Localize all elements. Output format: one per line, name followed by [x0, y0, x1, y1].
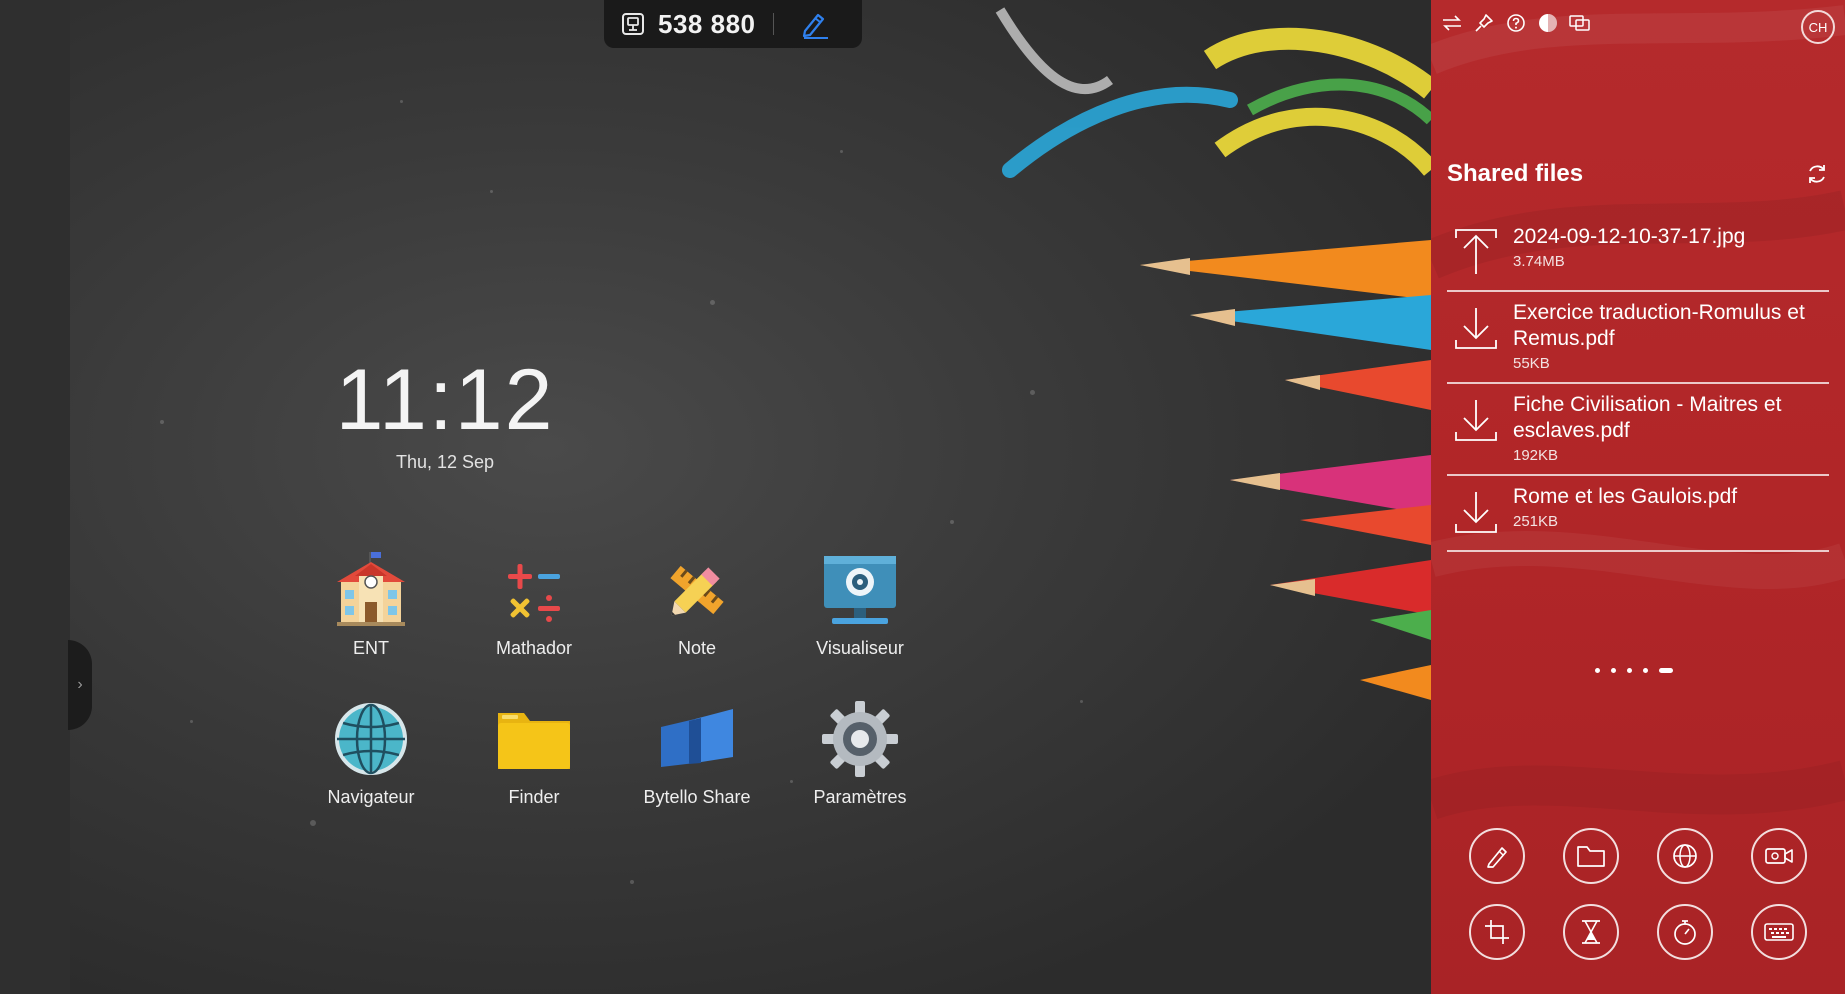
left-screen-edge	[0, 0, 70, 994]
folder-tool-icon[interactable]	[1563, 828, 1619, 884]
meeting-code-bar[interactable]: 538 880	[604, 0, 862, 48]
panel-toolbar	[1441, 12, 1591, 34]
help-icon[interactable]	[1505, 12, 1527, 34]
upload-icon	[1447, 224, 1505, 280]
math-symbols-icon	[492, 548, 576, 632]
panel-title: Shared files	[1447, 160, 1584, 187]
hourglass-tool-icon[interactable]	[1563, 904, 1619, 960]
theme-toggle-icon[interactable]	[1537, 12, 1559, 34]
stopwatch-tool-icon[interactable]	[1657, 904, 1713, 960]
chevron-right-icon: ›	[77, 676, 83, 693]
app-parametres[interactable]: Paramètres	[790, 697, 930, 808]
desktop-background	[70, 0, 1431, 994]
app-label: Navigateur	[327, 787, 415, 807]
file-size: 55KB	[1513, 355, 1550, 372]
pencils-decoration	[995, 7, 1431, 700]
download-icon	[1447, 300, 1505, 356]
page-dot[interactable]	[1611, 668, 1616, 673]
crop-tool-icon[interactable]	[1469, 904, 1525, 960]
file-item[interactable]: Exercice traduction-Romulus et Remus.pdf…	[1447, 292, 1829, 384]
document-camera-icon	[818, 548, 902, 632]
file-name: 2024-09-12-10-37-17.jpg	[1513, 225, 1746, 248]
pin-icon[interactable]	[1473, 12, 1495, 34]
refresh-icon[interactable]	[1805, 162, 1829, 186]
app-note[interactable]: Note	[627, 548, 767, 659]
app-mathador[interactable]: Mathador	[464, 548, 604, 659]
shared-files-panel: CH Shared files 2024-09-12-10-37-17.jpg …	[1431, 0, 1845, 994]
app-label: Finder	[508, 787, 560, 807]
page-dot[interactable]	[1643, 668, 1648, 673]
app-bytello-share[interactable]: Bytello Share	[627, 697, 767, 808]
page-indicator[interactable]	[1595, 668, 1673, 673]
app-label: Bytello Share	[643, 787, 751, 807]
meeting-code: 538 880	[658, 8, 756, 39]
app-ent[interactable]: ENT	[301, 548, 441, 659]
shared-files-list: 2024-09-12-10-37-17.jpg 3.74MB Exercice …	[1447, 216, 1829, 552]
user-avatar[interactable]: CH	[1801, 10, 1835, 44]
clock-time: 11:12	[335, 352, 555, 448]
file-name: Exercice traduction-Romulus et Remus.pdf	[1513, 301, 1805, 350]
app-label: Mathador	[495, 638, 573, 658]
app-label: Note	[677, 638, 717, 658]
file-size: 192KB	[1513, 447, 1559, 464]
page-dot[interactable]	[1595, 668, 1600, 673]
swap-icon[interactable]	[1441, 12, 1463, 34]
page-dot-active[interactable]	[1659, 668, 1673, 673]
clock-widget: 11:12 Thu, 12 Sep	[330, 352, 560, 473]
file-size: 3.74MB	[1513, 253, 1565, 270]
app-label: Visualiseur	[816, 638, 904, 658]
camera-tool-icon[interactable]	[1751, 828, 1807, 884]
edit-pencil-icon[interactable]	[798, 9, 830, 39]
app-label: ENT	[353, 638, 389, 658]
side-drawer-handle[interactable]: ›	[68, 640, 92, 730]
clock-date: Thu, 12 Sep	[395, 452, 495, 472]
keyboard-tool-icon[interactable]	[1751, 904, 1807, 960]
gear-icon	[818, 697, 902, 781]
school-building-icon	[329, 548, 413, 632]
app-label: Paramètres	[813, 787, 907, 807]
cast-device-icon	[620, 11, 646, 37]
screen-share-icon[interactable]	[1569, 12, 1591, 34]
file-item[interactable]: 2024-09-12-10-37-17.jpg 3.74MB	[1447, 216, 1829, 292]
file-size: 251KB	[1513, 513, 1559, 530]
app-finder[interactable]: Finder	[464, 697, 604, 808]
pen-tool-icon[interactable]	[1469, 828, 1525, 884]
folder-icon	[492, 697, 576, 781]
divider	[773, 13, 775, 35]
app-navigateur[interactable]: Navigateur	[301, 697, 441, 808]
download-icon	[1447, 484, 1505, 540]
file-name: Fiche Civilisation - Maitres et esclaves…	[1513, 393, 1782, 442]
browser-tool-icon[interactable]	[1657, 828, 1713, 884]
page-dot[interactable]	[1627, 668, 1632, 673]
file-name: Rome et les Gaulois.pdf	[1513, 485, 1738, 508]
file-item[interactable]: Rome et les Gaulois.pdf 251KB	[1447, 476, 1829, 552]
file-item[interactable]: Fiche Civilisation - Maitres et esclaves…	[1447, 384, 1829, 476]
pencil-ruler-icon	[655, 548, 739, 632]
app-visualiseur[interactable]: Visualiseur	[790, 548, 930, 659]
share-book-icon	[655, 697, 739, 781]
globe-icon	[329, 697, 413, 781]
download-icon	[1447, 392, 1505, 448]
